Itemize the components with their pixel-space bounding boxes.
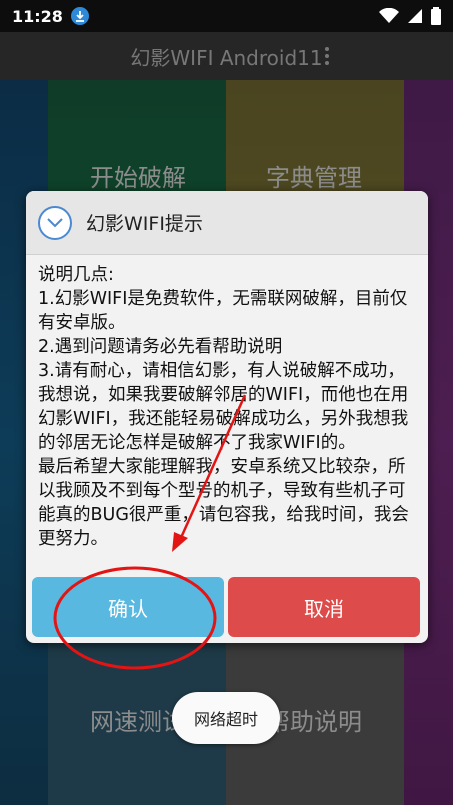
message-line: 3.请有耐心，请相信幻影，有人说破解不成功，我想说，如果我要破解邻居的WIFI，… <box>38 361 409 453</box>
cancel-button[interactable]: 取消 <box>228 577 420 637</box>
message-line: 2.遇到问题请务必先看帮助说明 <box>38 337 283 357</box>
download-icon <box>70 7 89 25</box>
status-bar: 11:28 <box>0 0 453 32</box>
toast-message: 网络超时 <box>172 692 280 744</box>
status-time: 11:28 <box>12 6 63 26</box>
dialog-buttons: 确认 取消 <box>26 577 428 637</box>
wifi-icon <box>379 8 399 23</box>
tile-dictionary-label: 字典管理 <box>266 164 362 192</box>
app-title: 幻影WIFI Android11 <box>130 45 323 70</box>
dialog-message: 说明几点: 1.幻影WIFI是免费软件，无需联网破解，目前仅有安卓版。 2.遇到… <box>26 255 428 573</box>
tile-help-label: 帮助说明 <box>266 708 362 736</box>
alert-dialog: 幻影WIFI提示 说明几点: 1.幻影WIFI是免费软件，无需联网破解，目前仅有… <box>26 191 428 643</box>
tile-start-crack-label: 开始破解 <box>90 164 186 192</box>
chevron-down-icon <box>38 205 72 240</box>
message-line: 最后希望大家能理解我，安卓系统又比较杂，所以我顾及不到每个型号的机子，导致有些机… <box>38 457 409 549</box>
confirm-button[interactable]: 确认 <box>32 577 224 637</box>
message-line: 说明几点: <box>38 265 114 285</box>
dialog-header: 幻影WIFI提示 <box>26 191 428 255</box>
signal-icon <box>408 9 422 23</box>
battery-icon <box>431 7 441 25</box>
message-line: 1.幻影WIFI是免费软件，无需联网破解，目前仅有安卓版。 <box>38 289 408 333</box>
app-bar: 幻影WIFI Android11 <box>0 32 453 80</box>
overflow-menu-icon[interactable] <box>325 44 331 68</box>
dialog-title: 幻影WIFI提示 <box>86 213 203 235</box>
